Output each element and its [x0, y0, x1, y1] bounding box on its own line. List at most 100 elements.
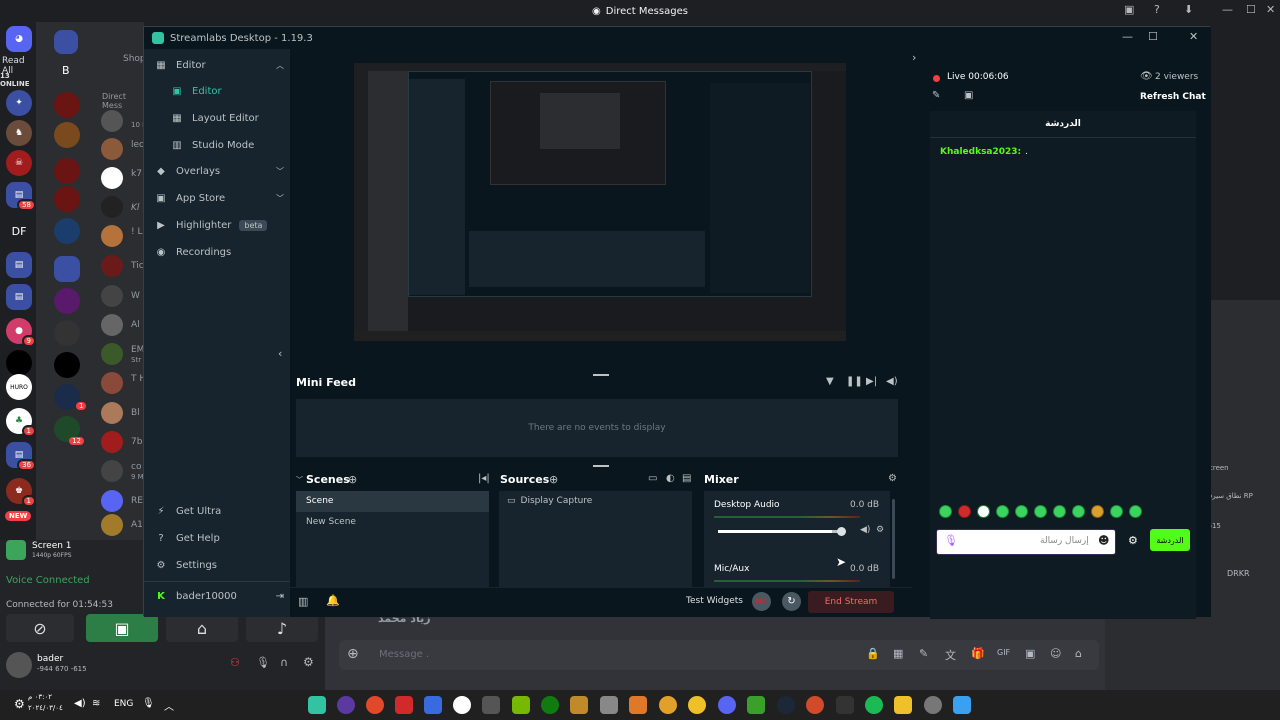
app-icon[interactable] — [482, 696, 500, 714]
bell-icon[interactable]: 🔔 — [326, 594, 340, 607]
source-item[interactable]: ▭ Display Capture — [507, 496, 592, 506]
emote-icon[interactable] — [958, 505, 971, 518]
app-icon[interactable] — [337, 696, 355, 714]
popout-icon[interactable]: ▣ — [964, 90, 973, 101]
help-icon[interactable]: ? — [1154, 3, 1160, 16]
emote-icon[interactable] — [1072, 505, 1085, 518]
close-icon[interactable]: ✕ — [1266, 3, 1275, 16]
nav-highlighter[interactable]: ▶ Highlighter beta — [154, 220, 284, 231]
emote-icon[interactable] — [996, 505, 1009, 518]
emote-icon[interactable] — [1110, 505, 1123, 518]
app-icon[interactable] — [395, 696, 413, 714]
avatar[interactable] — [101, 343, 123, 365]
avatar[interactable] — [101, 225, 123, 247]
screen-share-button[interactable]: ▣ — [86, 614, 158, 642]
server-icon[interactable]: HURO — [6, 374, 32, 400]
resize-handle[interactable] — [593, 465, 609, 467]
server-icon[interactable]: 12 — [54, 416, 84, 445]
edit-icon[interactable]: ✎ — [932, 90, 940, 101]
scrollbar[interactable] — [892, 499, 895, 579]
letter-server[interactable]: B — [62, 64, 70, 77]
nav-studio-mode[interactable]: ▥ Studio Mode — [170, 140, 300, 151]
deafen-icon[interactable]: ⚇ — [230, 656, 240, 669]
chevron-down-icon[interactable]: ﹀ — [276, 166, 284, 177]
scene-collapse-icon[interactable]: |◂| — [478, 473, 490, 484]
avatar[interactable] — [101, 138, 123, 160]
server-icon[interactable] — [54, 92, 80, 118]
folder-icon[interactable]: ▤ — [6, 284, 32, 310]
chevron-down-icon[interactable]: ﹀ — [296, 475, 303, 485]
gear-icon[interactable]: ⚙ — [1128, 534, 1138, 547]
nav-recordings[interactable]: ◉ Recordings — [154, 247, 284, 258]
nav-editor-group[interactable]: ▦ Editor ︿ — [154, 60, 284, 71]
server-icon[interactable] — [54, 288, 80, 314]
inbox-icon[interactable]: ▣ — [1124, 3, 1134, 16]
chevron-up-icon[interactable]: ︿ — [276, 60, 284, 71]
server-icon[interactable] — [54, 158, 80, 184]
lock-icon[interactable]: 🔒 — [866, 647, 880, 660]
collapse-left-icon[interactable]: ‹ — [278, 347, 282, 360]
folder-icon[interactable] — [894, 696, 912, 714]
server-icon[interactable] — [54, 122, 80, 148]
mute-icon[interactable]: ◀) — [886, 376, 898, 387]
search-icon[interactable] — [453, 696, 471, 714]
windows-start-icon[interactable] — [953, 696, 971, 714]
scene-item[interactable]: New Scene — [306, 517, 356, 527]
nav-get-ultra[interactable]: ⚡ Get Ultra — [154, 506, 284, 517]
nav-app-store[interactable]: ▣ App Store ﹀ — [154, 193, 284, 204]
server-icon[interactable] — [54, 352, 80, 378]
nvidia-icon[interactable] — [512, 696, 530, 714]
minimize-icon[interactable]: — — [1122, 30, 1133, 43]
chevron-down-icon[interactable]: ﹀ — [276, 193, 284, 204]
avatar[interactable] — [101, 285, 123, 307]
server-icon[interactable] — [54, 186, 80, 212]
close-icon[interactable]: ✕ — [1189, 30, 1198, 43]
app-icon[interactable] — [806, 696, 824, 714]
mic-icon[interactable]: 🎙 — [142, 698, 155, 709]
discord-icon[interactable] — [718, 696, 736, 714]
message-input[interactable] — [339, 640, 1099, 670]
folder-icon[interactable]: ▤ — [6, 252, 32, 278]
steam-icon[interactable] — [777, 696, 795, 714]
folder-icon[interactable]: ▤ 58 — [6, 182, 36, 211]
mute-icon[interactable]: ◀) — [860, 525, 870, 535]
folder-icon[interactable]: ▤ 36 — [6, 442, 36, 471]
nav-overlays[interactable]: ◆ Overlays ﹀ — [154, 166, 284, 177]
emote-icon[interactable] — [1053, 505, 1066, 518]
app-icon[interactable] — [688, 696, 706, 714]
test-widgets-button[interactable]: Test Widgets — [686, 596, 743, 606]
maximize-icon[interactable]: ☐ — [1246, 3, 1256, 16]
gear-icon[interactable]: ⚙ — [888, 473, 897, 484]
logout-icon[interactable]: ⇥ — [276, 591, 284, 602]
emote-icon[interactable] — [1034, 505, 1047, 518]
server-icon[interactable]: ♞ — [6, 120, 32, 146]
replay-buffer-button[interactable]: ↻ — [782, 592, 801, 611]
refresh-chat-button[interactable]: Refresh Chat — [1140, 92, 1206, 102]
server-icon[interactable] — [54, 30, 78, 54]
server-icon[interactable] — [54, 218, 80, 244]
avatar[interactable] — [101, 196, 123, 218]
download-icon[interactable]: ⬇ — [1184, 3, 1193, 16]
emote-icon[interactable] — [939, 505, 952, 518]
soundboard-button[interactable]: ♪ — [246, 614, 318, 642]
server-icon[interactable]: ♣ 1 — [6, 408, 36, 437]
avatar[interactable] — [6, 652, 32, 678]
gear-icon[interactable] — [924, 696, 942, 714]
add-source-icon[interactable]: ⊕ — [549, 473, 558, 486]
add-attachment-icon[interactable]: ⊕ — [347, 646, 359, 662]
scene-item[interactable]: Scene — [296, 491, 489, 512]
avatar[interactable] — [101, 255, 123, 277]
nav-layout-editor[interactable]: ▦ Layout Editor — [170, 113, 300, 124]
no-pen-icon[interactable]: ✎ — [919, 647, 928, 660]
avatar[interactable] — [101, 372, 123, 394]
avatar[interactable] — [101, 490, 123, 512]
minecraft-icon[interactable] — [747, 696, 765, 714]
maximize-icon[interactable]: ☐ — [1148, 30, 1158, 43]
nav-account[interactable]: K bader10000 ⇥ — [154, 591, 284, 602]
emote-icon[interactable] — [977, 505, 990, 518]
avatar[interactable] — [101, 460, 123, 482]
mic-icon[interactable]: 🎙 — [256, 656, 270, 669]
rec-button[interactable]: REC — [752, 592, 771, 611]
discord-home-icon[interactable]: ◕ — [6, 26, 32, 52]
hide-icon[interactable]: ◐ — [666, 473, 675, 484]
